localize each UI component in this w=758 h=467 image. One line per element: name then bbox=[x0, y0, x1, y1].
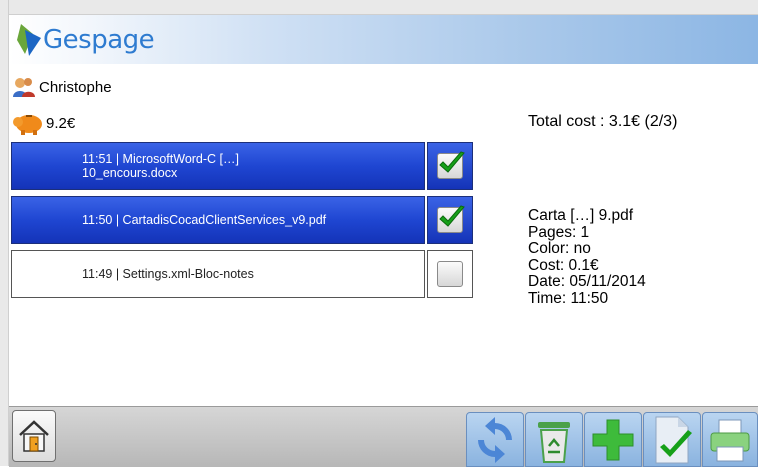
job-details: Carta […] 9.pdf Pages: 1 Color: no Cost:… bbox=[528, 207, 646, 307]
add-icon bbox=[592, 419, 634, 460]
validate-button[interactable] bbox=[643, 412, 701, 467]
refresh-icon bbox=[478, 416, 512, 463]
detail-time: Time: 11:50 bbox=[528, 289, 609, 307]
job-title: 11:50 | CartadisCocadClientServices_v9.p… bbox=[82, 213, 327, 227]
job-row[interactable]: 11:51 | MicrosoftWord-C […] 10_encours.d… bbox=[11, 142, 473, 192]
job-info[interactable]: 11:49 | Settings.xml-Bloc-notes bbox=[11, 250, 425, 298]
job-title: 11:49 | Settings.xml-Bloc-notes bbox=[82, 267, 254, 281]
job-info[interactable]: 11:51 | MicrosoftWord-C […] 10_encours.d… bbox=[11, 142, 425, 190]
print-button[interactable] bbox=[702, 412, 758, 467]
total-cost: Total cost : 3.1€ (2/3) bbox=[528, 113, 678, 130]
job-checkbox-cell[interactable] bbox=[427, 196, 473, 244]
delete-button[interactable] bbox=[525, 412, 583, 467]
job-checkbox[interactable] bbox=[437, 151, 465, 179]
job-checkbox-cell[interactable] bbox=[427, 250, 473, 298]
header-bar: Gespage bbox=[9, 15, 758, 64]
window-frame-top bbox=[0, 0, 758, 15]
home-icon bbox=[19, 420, 49, 452]
balance-row: 9.2€ bbox=[12, 111, 75, 135]
refresh-button[interactable] bbox=[466, 412, 524, 467]
user-icon bbox=[13, 78, 35, 97]
window-frame-left bbox=[0, 0, 9, 466]
detail-date: Date: 05/11/2014 bbox=[528, 273, 646, 290]
detail-cost: Cost: 0.1€ bbox=[528, 256, 599, 274]
piggy-bank-icon bbox=[13, 115, 42, 135]
bottom-toolbar bbox=[9, 406, 758, 467]
home-button[interactable] bbox=[12, 410, 56, 462]
job-checkbox[interactable] bbox=[437, 261, 463, 287]
logo-text: Gespage bbox=[43, 25, 155, 55]
gespage-logo: Gespage bbox=[15, 19, 155, 61]
job-row[interactable]: 11:49 | Settings.xml-Bloc-notes bbox=[11, 250, 473, 300]
validate-icon bbox=[655, 416, 692, 463]
user-row: Christophe bbox=[12, 76, 112, 98]
job-title: 11:51 | MicrosoftWord-C […] bbox=[82, 152, 239, 166]
job-row[interactable]: 11:50 | CartadisCocadClientServices_v9.p… bbox=[11, 196, 473, 246]
job-checkbox[interactable] bbox=[437, 205, 465, 233]
detail-name: Carta […] 9.pdf bbox=[528, 207, 634, 224]
detail-color: Color: no bbox=[528, 240, 591, 257]
print-icon bbox=[710, 419, 750, 461]
user-name: Christophe bbox=[39, 78, 112, 96]
check-icon bbox=[439, 205, 465, 227]
balance-amount: 9.2€ bbox=[46, 114, 76, 132]
recycle-bin-icon bbox=[538, 421, 570, 463]
job-checkbox-cell[interactable] bbox=[427, 142, 473, 190]
job-info[interactable]: 11:50 | CartadisCocadClientServices_v9.p… bbox=[11, 196, 425, 244]
detail-pages: Pages: 1 bbox=[528, 223, 590, 241]
job-filename: 10_encours.docx bbox=[82, 166, 178, 180]
logo-leaf-icon bbox=[17, 24, 41, 56]
check-icon bbox=[439, 151, 465, 173]
add-button[interactable] bbox=[584, 412, 642, 467]
